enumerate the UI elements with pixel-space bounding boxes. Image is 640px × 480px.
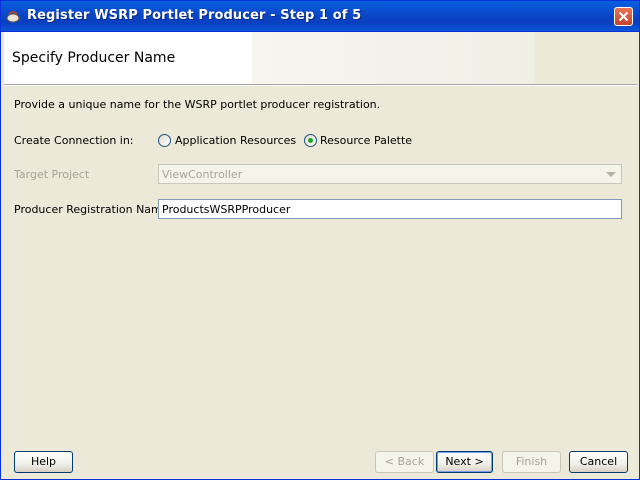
target-project-select[interactable]: ViewController: [158, 164, 622, 184]
back-button[interactable]: < Back: [375, 451, 434, 473]
title-bar[interactable]: Register WSRP Portlet Producer - Step 1 …: [1, 1, 639, 32]
target-project-label: Target Project: [14, 168, 90, 181]
back-button-label: < Back: [384, 455, 425, 468]
coffee-cup-icon: [6, 8, 22, 24]
radio-application-resources-label[interactable]: Application Resources: [175, 134, 296, 147]
description-text: Provide a unique name for the WSRP portl…: [14, 98, 381, 111]
wizard-dialog: Register WSRP Portlet Producer - Step 1 …: [0, 0, 640, 480]
finish-button-label: Finish: [515, 455, 548, 468]
radio-application-resources[interactable]: [158, 134, 171, 147]
finish-button[interactable]: Finish: [502, 451, 561, 473]
registration-name-value: ProductsWSRPProducer: [162, 203, 291, 216]
radio-resource-palette-label[interactable]: Resource Palette: [320, 134, 412, 147]
help-button-label: Help: [30, 455, 57, 468]
help-button[interactable]: Help: [14, 451, 73, 473]
radio-resource-palette[interactable]: [304, 134, 317, 147]
target-project-value: ViewController: [162, 168, 243, 181]
page-title: Specify Producer Name: [12, 50, 176, 66]
create-connection-label: Create Connection in:: [14, 134, 134, 147]
cancel-button-label: Cancel: [579, 455, 618, 468]
next-button-label: Next >: [445, 455, 484, 468]
cancel-button[interactable]: Cancel: [569, 451, 628, 473]
header-divider-highlight: [4, 85, 637, 86]
registration-name-label: Producer Registration Name:: [14, 203, 173, 216]
window-title: Register WSRP Portlet Producer - Step 1 …: [27, 8, 362, 23]
chevron-down-icon: [606, 172, 616, 177]
radio-selected-dot: [308, 138, 313, 143]
header-gradient-panel: [252, 32, 534, 84]
close-button[interactable]: [614, 7, 633, 26]
close-icon: [618, 11, 629, 22]
registration-name-input[interactable]: ProductsWSRPProducer: [158, 199, 622, 219]
next-button[interactable]: Next >: [436, 451, 493, 473]
wizard-header: Specify Producer Name: [4, 32, 637, 84]
